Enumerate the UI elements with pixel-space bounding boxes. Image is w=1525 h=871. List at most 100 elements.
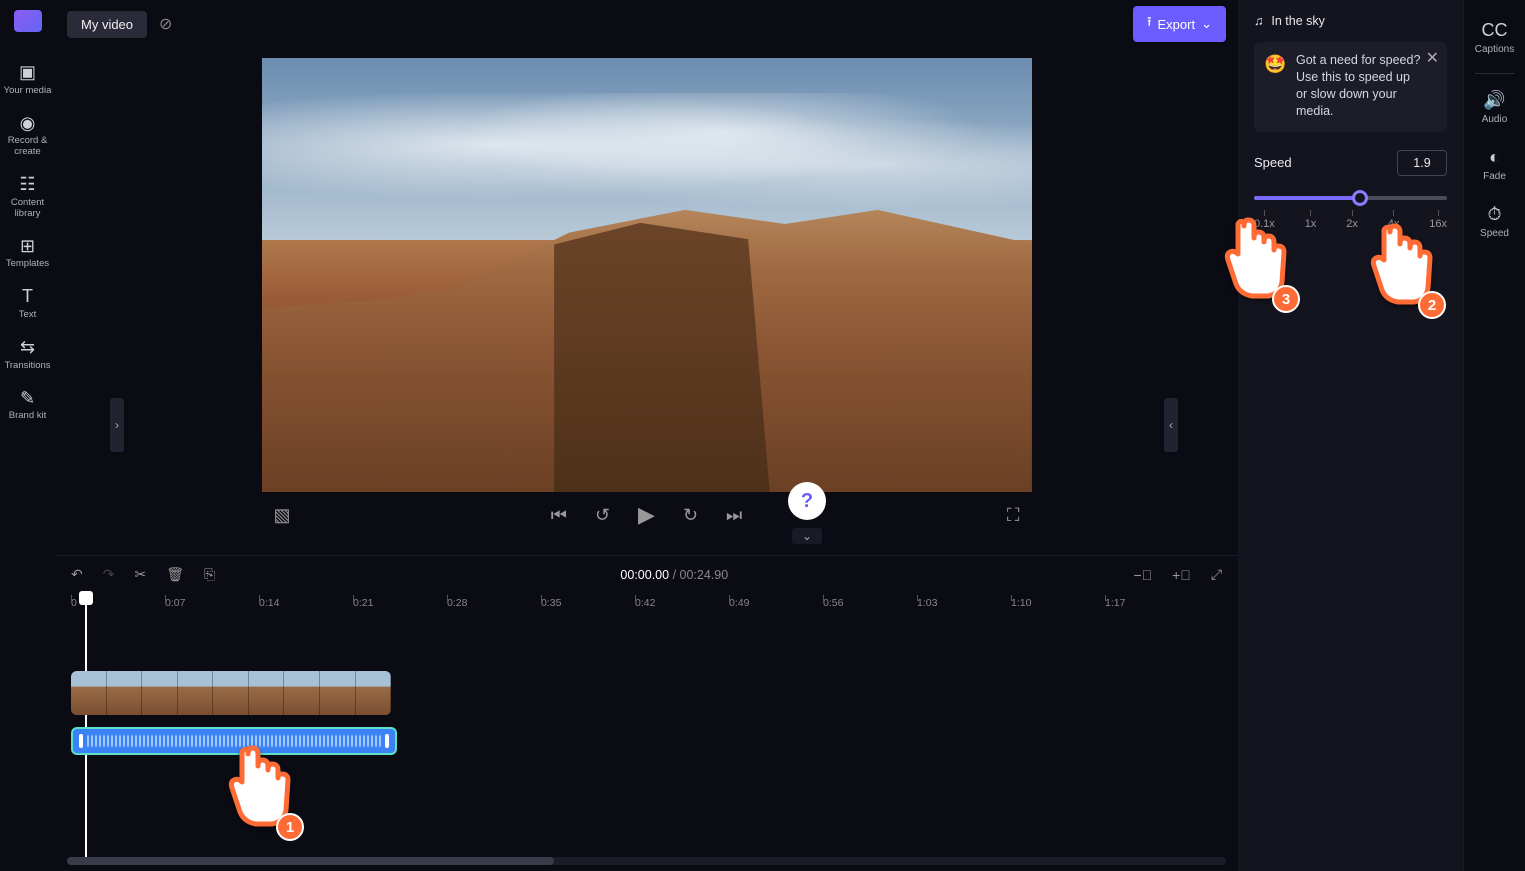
tutorial-step-badge: 1	[276, 813, 304, 841]
nav-label: Content library	[2, 198, 54, 220]
play-button[interactable]: ▶	[638, 502, 655, 528]
timeline-scrollbar[interactable]	[67, 857, 1226, 865]
tip-text: Got a need for speed? Use this to speed …	[1296, 52, 1435, 120]
help-button[interactable]: ?	[788, 482, 826, 520]
nav-label: Templates	[2, 259, 54, 270]
tutorial-hand-1: 1	[218, 740, 298, 835]
fade-icon: ◐	[1483, 147, 1506, 168]
nav-label: Your media	[2, 86, 54, 97]
expand-right-panel[interactable]: ‹	[1164, 398, 1178, 452]
nav-templates[interactable]: ⊞ Templates	[2, 228, 54, 277]
slider-mark: 1x	[1305, 210, 1317, 230]
tool-fade[interactable]: ◐ Fade	[1483, 141, 1506, 190]
clip-handle-right[interactable]	[385, 734, 389, 748]
skip-start-icon[interactable]: ⏮	[551, 505, 567, 526]
timeline-ruler[interactable]: 0 0:07 0:14 0:21 0:28 0:35 0:42 0:49 0:5…	[67, 593, 1238, 621]
project-title[interactable]: My video	[67, 11, 147, 38]
rewind-icon[interactable]: ↺	[595, 505, 610, 526]
scrollbar-thumb[interactable]	[67, 857, 554, 865]
tool-label: Captions	[1475, 44, 1514, 55]
duration: 00:24.90	[680, 568, 729, 582]
timeline-toolbar: ↶ ↷ ✂ 🗑 ⎘ 00:00.00 / 00:24.90 −⃝ +⃝ ⤢	[55, 555, 1238, 593]
app-logo-icon	[14, 10, 42, 32]
nav-record-create[interactable]: ◉ Record & create	[2, 105, 54, 165]
slider-mark: 2x	[1346, 210, 1358, 230]
header-bar: My video ⊘ ⭱ Export ⌄	[55, 0, 1238, 48]
export-button[interactable]: ⭱ Export ⌄	[1133, 6, 1226, 42]
ruler-tick: 0:42	[635, 597, 655, 609]
audio-track-title: In the sky	[1271, 14, 1325, 28]
timecode: 00:00.00 / 00:24.90	[620, 568, 728, 582]
palette-icon: ✎	[2, 388, 54, 409]
speed-input[interactable]	[1397, 150, 1447, 176]
ruler-tick: 0	[71, 597, 77, 609]
speed-label: Speed	[1254, 155, 1292, 170]
tip-card: 🤩 Got a need for speed? Use this to spee…	[1254, 42, 1447, 132]
music-note-icon: ♫	[1254, 14, 1263, 28]
delete-icon[interactable]: 🗑	[166, 566, 184, 583]
video-preview[interactable]	[262, 58, 1032, 492]
media-icon: ▣	[2, 62, 54, 83]
ruler-tick: 1:03	[917, 597, 937, 609]
cloud-off-icon[interactable]: ⊘	[159, 14, 172, 34]
speedometer-icon: ⏱	[1480, 204, 1509, 225]
forward-icon[interactable]: ↻	[683, 505, 698, 526]
templates-icon: ⊞	[2, 236, 54, 257]
panel-collapse-icon[interactable]: ⌄	[792, 528, 822, 544]
tool-speed[interactable]: ⏱ Speed	[1480, 198, 1509, 247]
inspector-panel: ♫ In the sky 🤩 Got a need for speed? Use…	[1238, 0, 1463, 871]
right-tool-strip: CC Captions 🔊 Audio ◐ Fade ⏱ Speed	[1463, 0, 1525, 871]
speaker-icon: 🔊	[1482, 90, 1508, 111]
chevron-down-icon: ⌄	[1201, 16, 1212, 32]
fit-timeline-icon[interactable]: ⤢	[1211, 566, 1222, 583]
left-sidebar: ▣ Your media ◉ Record & create ☷ Content…	[0, 0, 55, 871]
ruler-tick: 0:14	[259, 597, 279, 609]
upload-icon: ⭱	[1147, 13, 1152, 35]
zoom-in-icon[interactable]: +⃝	[1172, 567, 1191, 583]
fullscreen-icon[interactable]: ⛶	[1007, 505, 1020, 526]
ruler-tick: 1:10	[1011, 597, 1031, 609]
starry-eyes-emoji-icon: 🤩	[1264, 52, 1286, 76]
nav-content-library[interactable]: ☷ Content library	[2, 166, 54, 226]
ruler-tick: 0:28	[447, 597, 467, 609]
transport-controls: ▧ ⏮ ↺ ▶ ↻ ⏭ ⛶	[262, 492, 1032, 538]
current-time: 00:00.00	[620, 568, 669, 582]
ruler-tick: 0:56	[823, 597, 843, 609]
slider-thumb[interactable]	[1352, 190, 1368, 206]
nav-brand-kit[interactable]: ✎ Brand kit	[2, 380, 54, 429]
zoom-out-icon[interactable]: −⃝	[1133, 567, 1152, 583]
skip-end-icon[interactable]: ⏭	[726, 505, 742, 526]
ruler-tick: 0:07	[165, 597, 185, 609]
ruler-tick: 0:49	[729, 597, 749, 609]
expand-left-panel[interactable]: ›	[110, 398, 124, 452]
ruler-tick: 0:35	[541, 597, 561, 609]
nav-transitions[interactable]: ⇆ Transitions	[2, 329, 54, 378]
split-icon[interactable]: ✂	[134, 566, 146, 583]
ruler-tick: 0:21	[353, 597, 373, 609]
library-icon: ☷	[2, 174, 54, 195]
playhead[interactable]	[79, 591, 93, 605]
export-label: Export	[1158, 17, 1196, 32]
camera-icon: ◉	[2, 113, 54, 134]
undo-icon[interactable]: ↶	[71, 566, 83, 583]
tool-label: Speed	[1480, 228, 1509, 239]
ruler-tick: 1:17	[1105, 597, 1125, 609]
tutorial-step-badge: 2	[1418, 291, 1446, 319]
nav-text[interactable]: T Text	[2, 278, 54, 327]
clip-handle-left[interactable]	[79, 734, 83, 748]
duplicate-icon[interactable]: ⎘	[204, 566, 215, 583]
slider-track[interactable]	[1254, 196, 1447, 200]
nav-your-media[interactable]: ▣ Your media	[2, 54, 54, 103]
tutorial-hand-2: 2	[1360, 218, 1440, 313]
transitions-icon: ⇆	[2, 337, 54, 358]
nav-label: Text	[2, 310, 54, 321]
hide-preview-icon[interactable]: ▧	[274, 505, 291, 526]
nav-label: Transitions	[2, 361, 54, 372]
tool-audio[interactable]: 🔊 Audio	[1482, 84, 1508, 133]
captions-icon: CC	[1475, 20, 1514, 41]
redo-icon[interactable]: ↷	[103, 566, 115, 583]
tool-captions[interactable]: CC Captions	[1475, 14, 1514, 63]
close-icon[interactable]: ✕	[1426, 48, 1439, 70]
video-clip[interactable]	[71, 671, 391, 715]
tool-label: Fade	[1483, 171, 1506, 182]
